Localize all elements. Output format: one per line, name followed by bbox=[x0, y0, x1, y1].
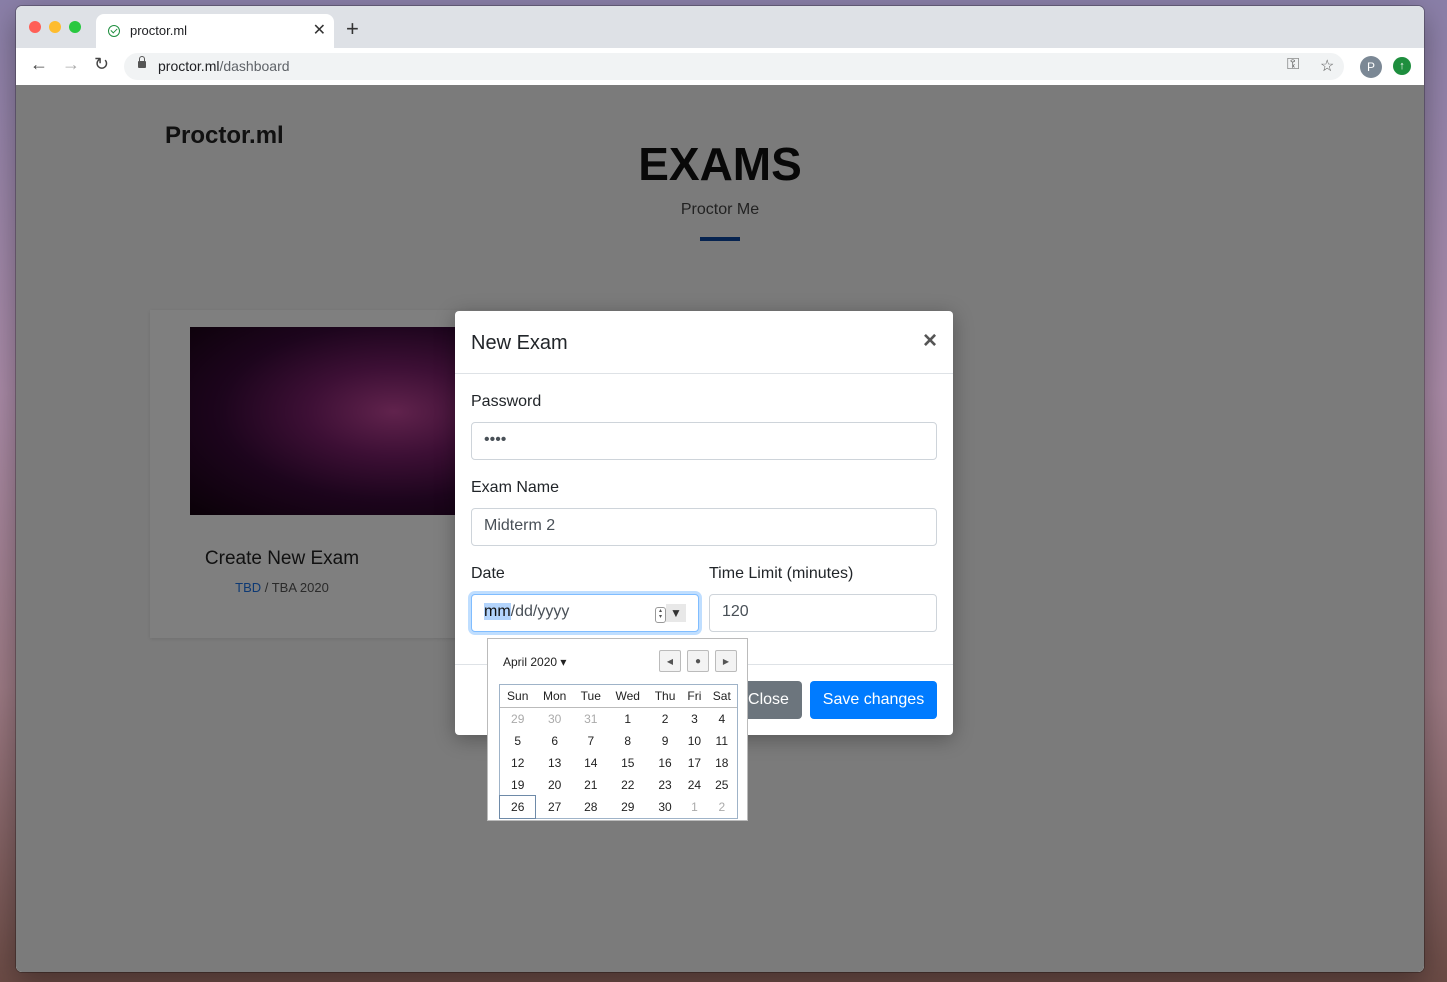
date-spinner-icon[interactable]: ▴ ▾ bbox=[655, 607, 666, 623]
calendar-day[interactable]: 2 bbox=[707, 796, 737, 818]
date-field[interactable]: mm/dd/yyyy ▴ ▾ ▼ bbox=[471, 594, 699, 632]
weekday-header: Tue bbox=[573, 685, 608, 708]
address-bar[interactable]: proctor.ml/dashboard ⚿ ☆ bbox=[124, 53, 1344, 80]
calendar-week-row: 12 13 14 15 16 17 18 bbox=[500, 752, 737, 774]
profile-avatar[interactable]: P bbox=[1360, 56, 1382, 78]
extension-upload-icon[interactable]: ↑ bbox=[1393, 57, 1411, 75]
new-tab-icon[interactable]: + bbox=[346, 16, 359, 42]
calendar-day[interactable]: 15 bbox=[608, 752, 648, 774]
weekday-header: Thu bbox=[647, 685, 683, 708]
calendar-day[interactable]: 8 bbox=[608, 730, 648, 752]
calendar-day[interactable]: 28 bbox=[574, 796, 608, 818]
calendar-week-row: 26 27 28 29 30 1 2 bbox=[498, 795, 737, 819]
month-selector[interactable]: April 2020 ▾ bbox=[503, 655, 566, 669]
password-label: Password bbox=[471, 393, 542, 410]
key-icon[interactable]: ⚿ bbox=[1287, 56, 1299, 74]
weekday-header: Mon bbox=[535, 685, 574, 708]
calendar-week-row: 19 20 21 22 23 24 25 bbox=[500, 774, 737, 796]
calendar-day[interactable]: 18 bbox=[707, 752, 737, 774]
calendar-day[interactable]: 4 bbox=[707, 708, 737, 731]
calendar-day[interactable]: 22 bbox=[608, 774, 648, 796]
caret-down-icon: ▾ bbox=[560, 655, 567, 669]
tab-title: proctor.ml bbox=[130, 23, 188, 38]
calendar-day[interactable]: 30 bbox=[535, 708, 573, 731]
calendar-day[interactable]: 7 bbox=[574, 730, 608, 752]
calendar-day[interactable]: 19 bbox=[500, 774, 535, 796]
calendar-day[interactable]: 2 bbox=[648, 708, 682, 731]
exam-name-label: Exam Name bbox=[471, 479, 560, 496]
calendar-week-row: 29 30 31 1 2 3 4 bbox=[500, 708, 737, 731]
time-limit-field[interactable]: 120 bbox=[709, 594, 937, 632]
calendar-day[interactable]: 1 bbox=[682, 796, 706, 818]
zoom-window-button[interactable] bbox=[69, 21, 81, 33]
close-window-button[interactable] bbox=[29, 21, 41, 33]
calendar-day[interactable]: 21 bbox=[574, 774, 608, 796]
date-label: Date bbox=[471, 565, 505, 582]
calendar-day[interactable]: 23 bbox=[648, 774, 682, 796]
calendar-day[interactable]: 12 bbox=[500, 752, 535, 774]
tab-bar: proctor.ml ✕ + bbox=[16, 6, 1424, 48]
calendar-day[interactable]: 10 bbox=[682, 730, 706, 752]
calendar-day[interactable]: 13 bbox=[535, 752, 573, 774]
weekday-header: Wed bbox=[607, 685, 648, 708]
next-month-icon[interactable]: ▶ bbox=[715, 650, 737, 672]
calendar-dropdown-icon[interactable]: ▼ bbox=[666, 604, 686, 622]
calendar-day[interactable]: 26 bbox=[498, 795, 537, 819]
reload-icon[interactable]: ↻ bbox=[94, 54, 109, 75]
calendar-week-row: 5 6 7 8 9 10 11 bbox=[500, 730, 737, 752]
calendar-day[interactable]: 25 bbox=[707, 774, 737, 796]
calendar-day[interactable]: 27 bbox=[535, 796, 573, 818]
calendar-grid: Sun Mon Tue Wed Thu Fri Sat 29 30 31 1 2 3 4 5 6 7 8 9 10 1… bbox=[498, 684, 738, 819]
weekday-header: Sun bbox=[500, 685, 536, 708]
minimize-window-button[interactable] bbox=[49, 21, 61, 33]
calendar-day[interactable]: 31 bbox=[574, 708, 608, 731]
forward-icon[interactable]: → bbox=[62, 54, 80, 75]
today-dot-icon[interactable]: ● bbox=[687, 650, 709, 672]
weekday-header: Fri bbox=[682, 685, 707, 708]
back-icon[interactable]: ← bbox=[30, 54, 48, 75]
calendar-day[interactable]: 20 bbox=[535, 774, 573, 796]
calendar-day[interactable]: 11 bbox=[707, 730, 737, 752]
calendar-day[interactable]: 6 bbox=[535, 730, 573, 752]
calendar-day[interactable]: 29 bbox=[608, 796, 648, 818]
star-icon[interactable]: ☆ bbox=[1320, 56, 1334, 76]
url-text: proctor.ml/dashboard bbox=[158, 58, 290, 74]
calendar-day[interactable]: 14 bbox=[574, 752, 608, 774]
tab-close-icon[interactable]: ✕ bbox=[313, 20, 326, 40]
modal-close-icon[interactable]: × bbox=[923, 327, 937, 355]
modal-title: New Exam bbox=[471, 332, 568, 354]
favicon-icon bbox=[108, 25, 120, 37]
time-limit-label: Time Limit (minutes) bbox=[709, 565, 854, 582]
calendar-day[interactable]: 3 bbox=[682, 708, 706, 731]
calendar-day[interactable]: 30 bbox=[648, 796, 682, 818]
calendar-day[interactable]: 5 bbox=[500, 730, 535, 752]
date-rest-segment[interactable]: /dd/yyyy bbox=[511, 603, 570, 620]
date-picker-popup: April 2020 ▾ ◀ ● ▶ Sun Mon Tue Wed Thu Fri Sat… bbox=[487, 638, 748, 821]
calendar-day[interactable]: 9 bbox=[648, 730, 682, 752]
calendar-day[interactable]: 24 bbox=[682, 774, 706, 796]
exam-name-field[interactable]: Midterm 2 bbox=[471, 508, 937, 546]
lock-icon bbox=[138, 56, 146, 68]
calendar-day[interactable]: 17 bbox=[682, 752, 706, 774]
save-changes-button[interactable]: Save changes bbox=[810, 681, 937, 719]
weekday-header: Sat bbox=[706, 685, 737, 708]
modal-divider bbox=[455, 373, 953, 374]
password-field[interactable]: •••• bbox=[471, 422, 937, 460]
calendar-day[interactable]: 16 bbox=[648, 752, 682, 774]
date-month-segment[interactable]: mm bbox=[484, 603, 511, 620]
browser-tab[interactable]: proctor.ml ✕ bbox=[96, 14, 334, 48]
prev-month-icon[interactable]: ◀ bbox=[659, 650, 681, 672]
browser-toolbar: ← → ↻ proctor.ml/dashboard ⚿ ☆ P ↑ bbox=[16, 48, 1424, 86]
calendar-day[interactable]: 29 bbox=[500, 708, 535, 731]
calendar-day[interactable]: 1 bbox=[608, 708, 648, 731]
